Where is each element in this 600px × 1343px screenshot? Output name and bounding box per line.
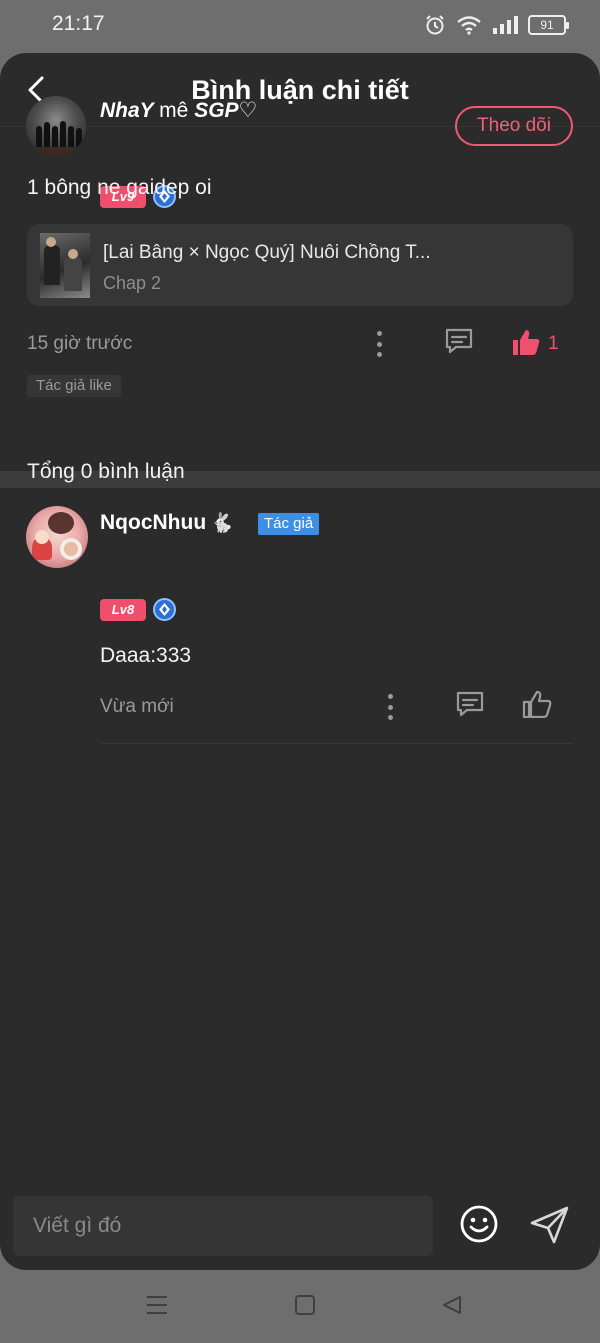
status-time: 21:17	[52, 12, 105, 35]
signal-icon	[493, 16, 518, 34]
home-icon[interactable]	[294, 1294, 316, 1316]
alarm-icon	[426, 15, 444, 35]
back-nav-icon[interactable]	[441, 1294, 463, 1316]
battery-icon: 91	[528, 15, 569, 35]
divider	[100, 743, 573, 744]
comment-input[interactable]	[13, 1196, 433, 1256]
menu-icon[interactable]	[145, 1294, 169, 1316]
status-icons: 91	[424, 14, 569, 36]
avatar[interactable]	[26, 506, 88, 568]
medal-icon	[153, 598, 176, 621]
system-navigation-bar	[0, 1270, 600, 1343]
send-button[interactable]	[529, 1204, 571, 1246]
level-badge: Lv8	[100, 599, 146, 621]
like-outline-icon[interactable]	[522, 690, 552, 718]
reply-time: Vừa mới	[100, 696, 174, 717]
username[interactable]: NqocNhuu 🐇	[100, 511, 234, 535]
emoji-button[interactable]	[459, 1204, 499, 1244]
reply-icon[interactable]	[455, 690, 485, 718]
status-bar: 21:17 91	[0, 0, 600, 52]
more-options-button[interactable]	[385, 694, 395, 720]
replies-section: Tổng 0 bình luận NqocNhuu 🐇 Tác giả Lv8 D…	[0, 53, 600, 800]
comment-input-bar	[0, 1184, 600, 1270]
reply-text: Daaa:333	[100, 644, 192, 667]
rabbit-icon: 🐇	[210, 512, 234, 534]
username-text: NqocNhuu	[100, 511, 207, 534]
wifi-icon	[457, 16, 481, 35]
total-comments-label: Tổng 0 bình luận	[27, 460, 185, 483]
comment-detail-sheet: Bình luận chi tiết NhaY mê SGP♡ Lv9 Theo…	[0, 53, 600, 1270]
author-badge: Tác giả	[258, 513, 320, 535]
